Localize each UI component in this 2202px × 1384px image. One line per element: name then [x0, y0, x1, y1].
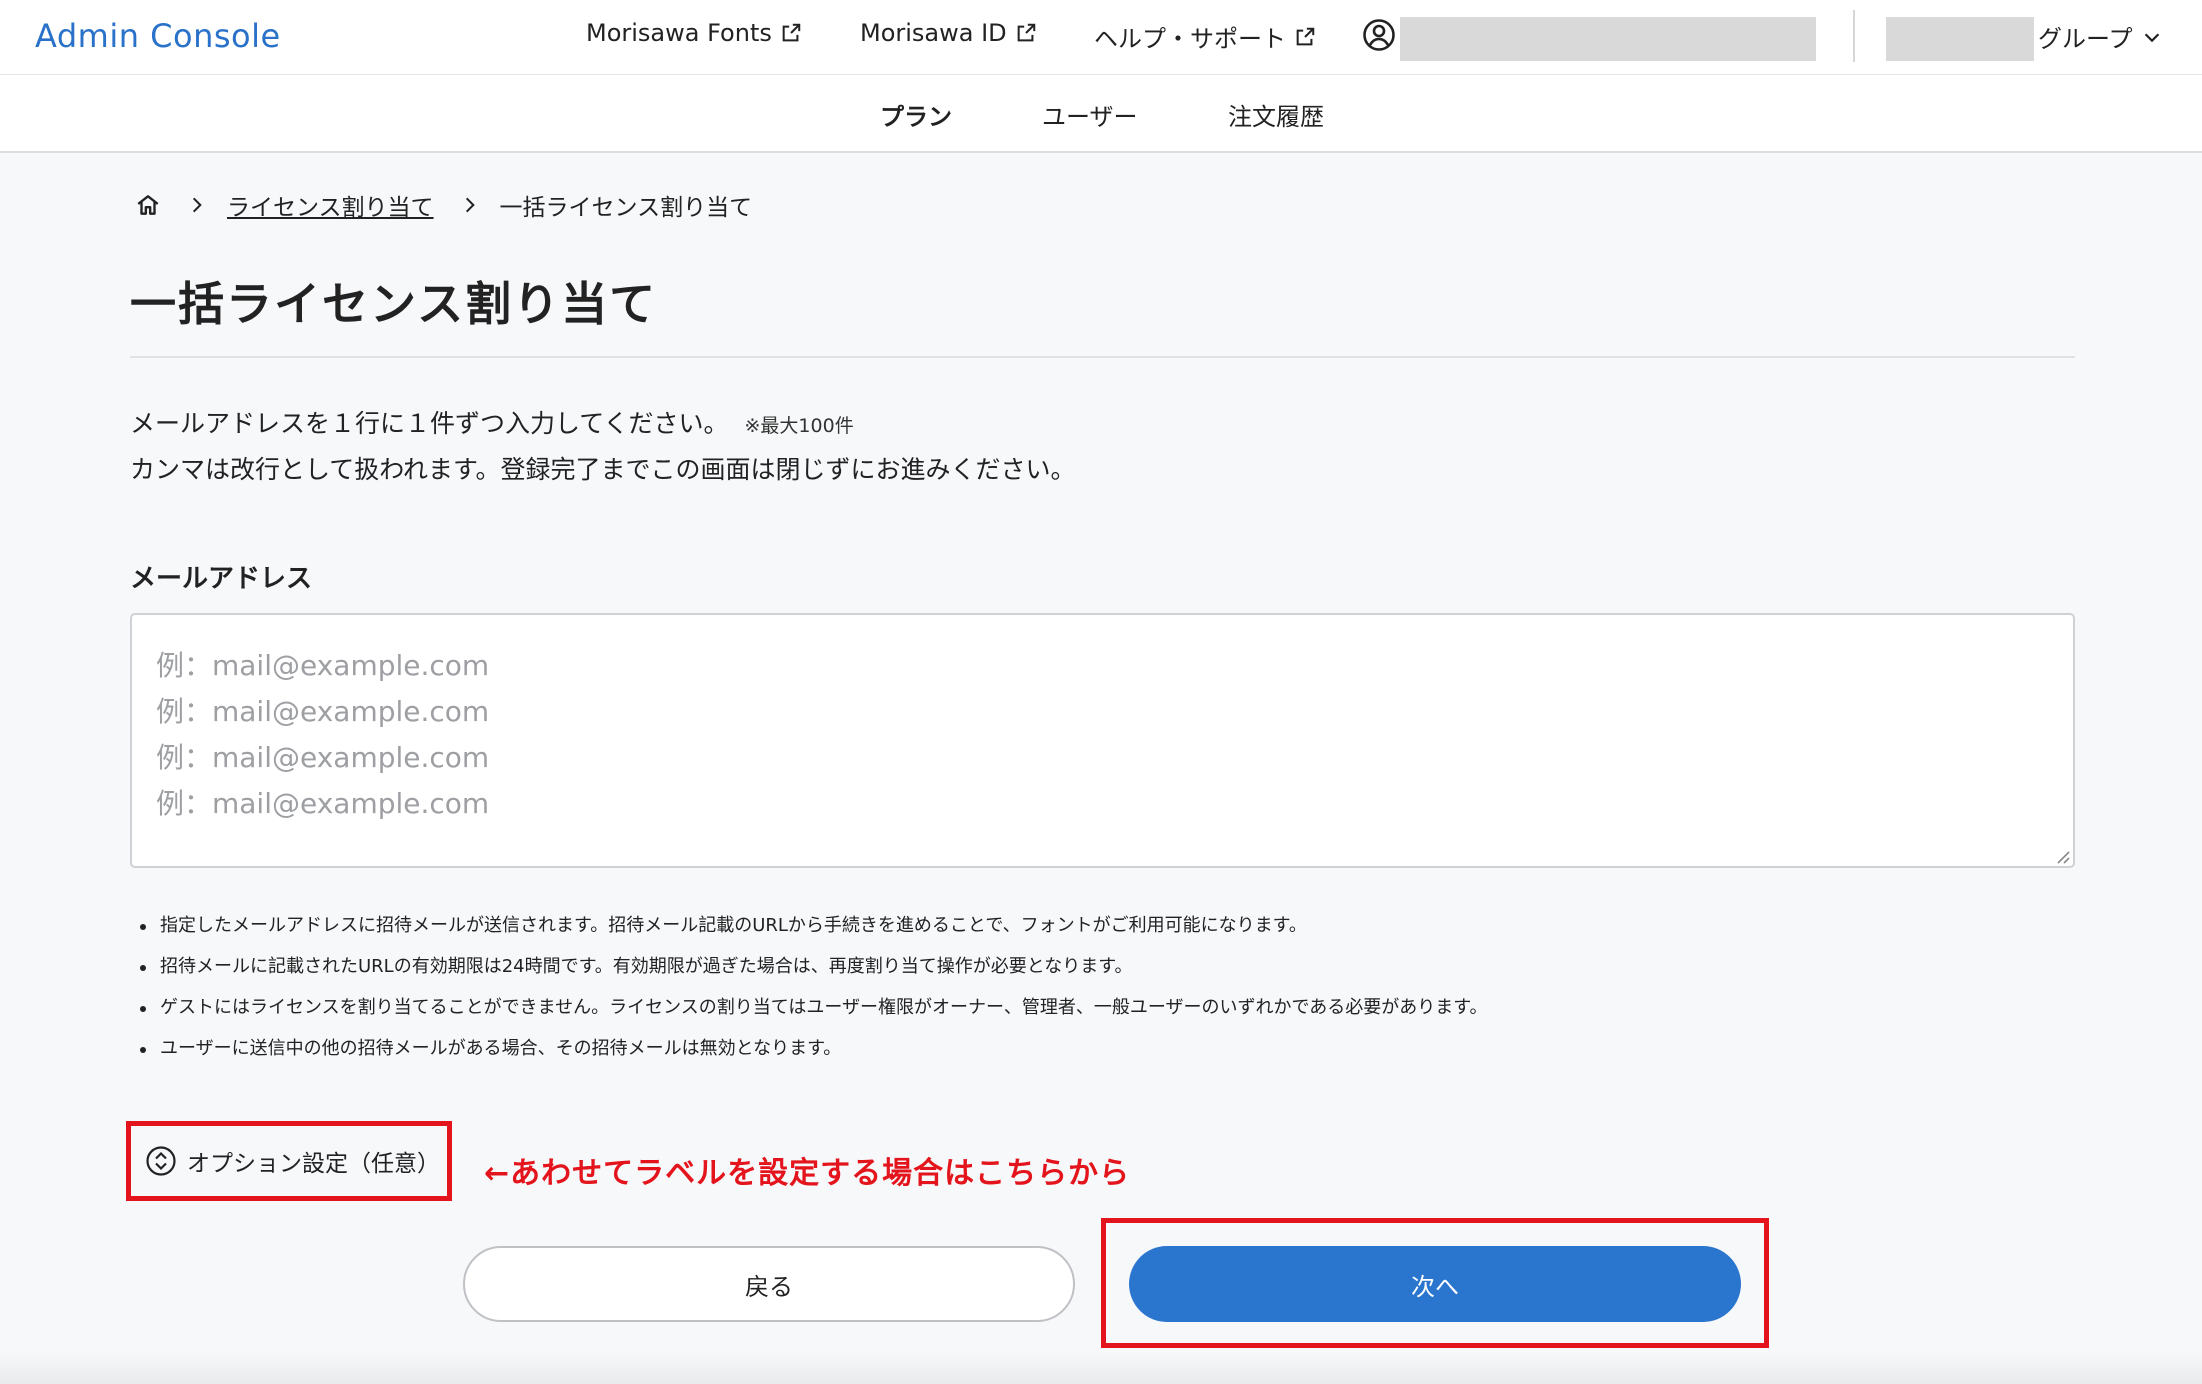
option-settings-label: オプション設定（任意） [187, 1151, 440, 1177]
tab-plan[interactable]: プラン [880, 97, 952, 132]
group-label: グループ [2038, 25, 2133, 53]
sub-navigation: プラン ユーザー 注文履歴 [0, 75, 2202, 153]
next-button[interactable]: 次へ [1129, 1246, 1741, 1322]
help-support-link[interactable]: ヘルプ・サポート [1094, 19, 1316, 54]
top-header: Admin Console Morisawa Fonts Morisawa ID… [0, 0, 2202, 75]
breadcrumb-license-assignment[interactable]: ライセンス割り当て [227, 188, 434, 222]
redacted-group-name [1886, 17, 2034, 61]
resize-handle-icon[interactable] [2054, 848, 2070, 864]
note-item: 指定したメールアドレスに招待メールが送信されます。招待メール記載のURLから手続… [138, 905, 1488, 946]
max-count-note: ※最大100件 [744, 415, 854, 437]
chevron-down-icon [2144, 32, 2159, 42]
chevron-right-icon [465, 197, 475, 213]
title-divider [130, 356, 2075, 358]
bottom-shadow [0, 1352, 2202, 1384]
expand-collapse-icon [146, 1146, 176, 1176]
morisawa-fonts-link[interactable]: Morisawa Fonts [586, 19, 802, 47]
redacted-user-name [1400, 17, 1816, 61]
external-link-icon [1017, 23, 1035, 42]
note-item: 招待メールに記載されたURLの有効期限は24時間です。有効期限が過ぎた場合は、再… [138, 946, 1488, 987]
email-textarea[interactable] [130, 613, 2075, 868]
help-support-label: ヘルプ・サポート [1094, 25, 1286, 53]
notes-list: 指定したメールアドレスに招待メールが送信されます。招待メール記載のURLから手続… [138, 905, 1488, 1069]
external-link-icon [782, 23, 801, 42]
breadcrumb-separator [187, 195, 207, 215]
app-logo[interactable]: Admin Console [35, 17, 281, 55]
breadcrumb: ライセンス割り当て 一括ライセンス割り当て [135, 188, 752, 222]
group-selector[interactable]: グループ [2038, 19, 2163, 54]
tab-order-history[interactable]: 注文履歴 [1228, 97, 1324, 132]
external-link-icon [1296, 27, 1315, 45]
breadcrumb-separator [460, 195, 480, 215]
tab-users[interactable]: ユーザー [1042, 97, 1138, 132]
breadcrumb-current: 一括ライセンス割り当て [499, 195, 753, 221]
home-icon[interactable] [135, 192, 161, 218]
description-text-1: メールアドレスを１行に１件ずつ入力してください。 [130, 409, 729, 438]
note-item: ゲストにはライセンスを割り当てることができません。ライセンスの割り当てはユーザー… [138, 987, 1488, 1028]
note-item: ユーザーに送信中の他の招待メールがある場合、その招待メールは無効となります。 [138, 1028, 1488, 1069]
header-divider [1853, 10, 1855, 62]
user-circle-icon[interactable] [1362, 18, 1396, 52]
morisawa-id-label: Morisawa ID [860, 19, 1007, 47]
email-field-label: メールアドレス [130, 564, 313, 594]
option-settings-toggle[interactable]: オプション設定（任意） [145, 1145, 440, 1177]
description-line-2: カンマは改行として扱われます。登録完了までこの画面は閉じずにお進みください。 [130, 455, 1076, 484]
back-button[interactable]: 戻る [463, 1246, 1075, 1322]
description-line-1: メールアドレスを１行に１件ずつ入力してください。 ※最大100件 [130, 404, 854, 440]
annotation-text: ←あわせてラベルを設定する場合はこちらから [484, 1156, 1131, 1191]
chevron-right-icon [192, 197, 202, 213]
morisawa-fonts-label: Morisawa Fonts [586, 19, 772, 47]
page-title: 一括ライセンス割り当て [130, 277, 658, 331]
morisawa-id-link[interactable]: Morisawa ID [860, 19, 1037, 47]
